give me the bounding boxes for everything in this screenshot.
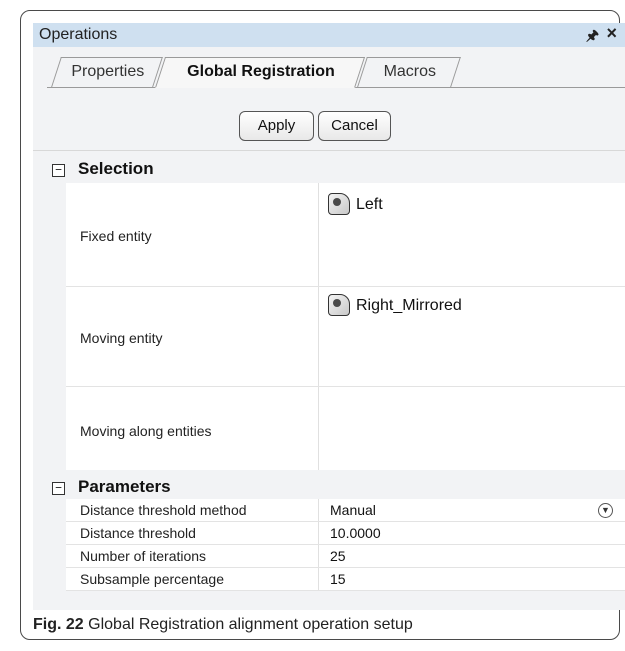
distance-threshold-value[interactable]: 10.0000 xyxy=(330,525,381,541)
selection-row-divider-2 xyxy=(66,386,625,387)
parameters-collapse-icon[interactable]: − xyxy=(52,482,65,495)
panel-titlebar: Operations 🖈 × xyxy=(33,23,625,47)
distance-threshold-label: Distance threshold xyxy=(80,525,196,541)
mesh-entity-icon xyxy=(328,193,350,215)
tab-global-registration[interactable]: Global Registration xyxy=(154,57,366,88)
number-of-iterations-value[interactable]: 25 xyxy=(330,548,346,564)
cancel-button[interactable]: Cancel xyxy=(318,111,391,141)
tab-properties[interactable]: Properties xyxy=(51,57,163,87)
figure-label: Fig. 22 xyxy=(33,616,84,633)
fixed-entity-label: Fixed entity xyxy=(80,228,152,244)
number-of-iterations-label: Number of iterations xyxy=(80,548,207,564)
parameters-row-divider-1 xyxy=(66,521,625,522)
distance-threshold-method-value[interactable]: Manual xyxy=(330,502,376,518)
selection-column-divider xyxy=(318,183,319,470)
figure-caption-text: Global Registration alignment operation … xyxy=(88,616,413,633)
moving-entity-value[interactable]: Right_Mirrored xyxy=(356,297,462,315)
subsample-percentage-value[interactable]: 15 xyxy=(330,571,346,587)
close-icon[interactable]: × xyxy=(606,23,617,44)
distance-threshold-method-label: Distance threshold method xyxy=(80,502,247,518)
moving-entity-label: Moving entity xyxy=(80,330,163,346)
parameters-row-divider-3 xyxy=(66,567,625,568)
parameters-column-divider xyxy=(318,499,319,591)
tab-macros[interactable]: Macros xyxy=(357,57,461,87)
subsample-percentage-label: Subsample percentage xyxy=(80,571,224,587)
parameters-row-divider-2 xyxy=(66,544,625,545)
chevron-down-icon[interactable]: ▼ xyxy=(598,503,613,518)
pin-icon[interactable]: 🖈 xyxy=(586,25,599,49)
tab-properties-label: Properties xyxy=(71,63,145,80)
apply-button[interactable]: Apply xyxy=(239,111,314,141)
tab-macros-label: Macros xyxy=(383,63,437,80)
figure-caption: Fig. 22 Global Registration alignment op… xyxy=(33,616,413,634)
selection-header: Selection xyxy=(78,159,154,178)
mesh-entity-icon xyxy=(328,294,350,316)
tab-global-registration-label: Global Registration xyxy=(187,63,335,80)
selection-collapse-icon[interactable]: − xyxy=(52,164,65,177)
fixed-entity-value[interactable]: Left xyxy=(356,196,383,214)
parameters-row-divider-4 xyxy=(66,590,625,591)
panel-title: Operations xyxy=(39,26,118,43)
moving-along-entities-label: Moving along entities xyxy=(80,423,212,439)
grid-top-line xyxy=(33,150,625,151)
parameters-header: Parameters xyxy=(78,477,171,496)
selection-row-divider-1 xyxy=(66,286,625,287)
